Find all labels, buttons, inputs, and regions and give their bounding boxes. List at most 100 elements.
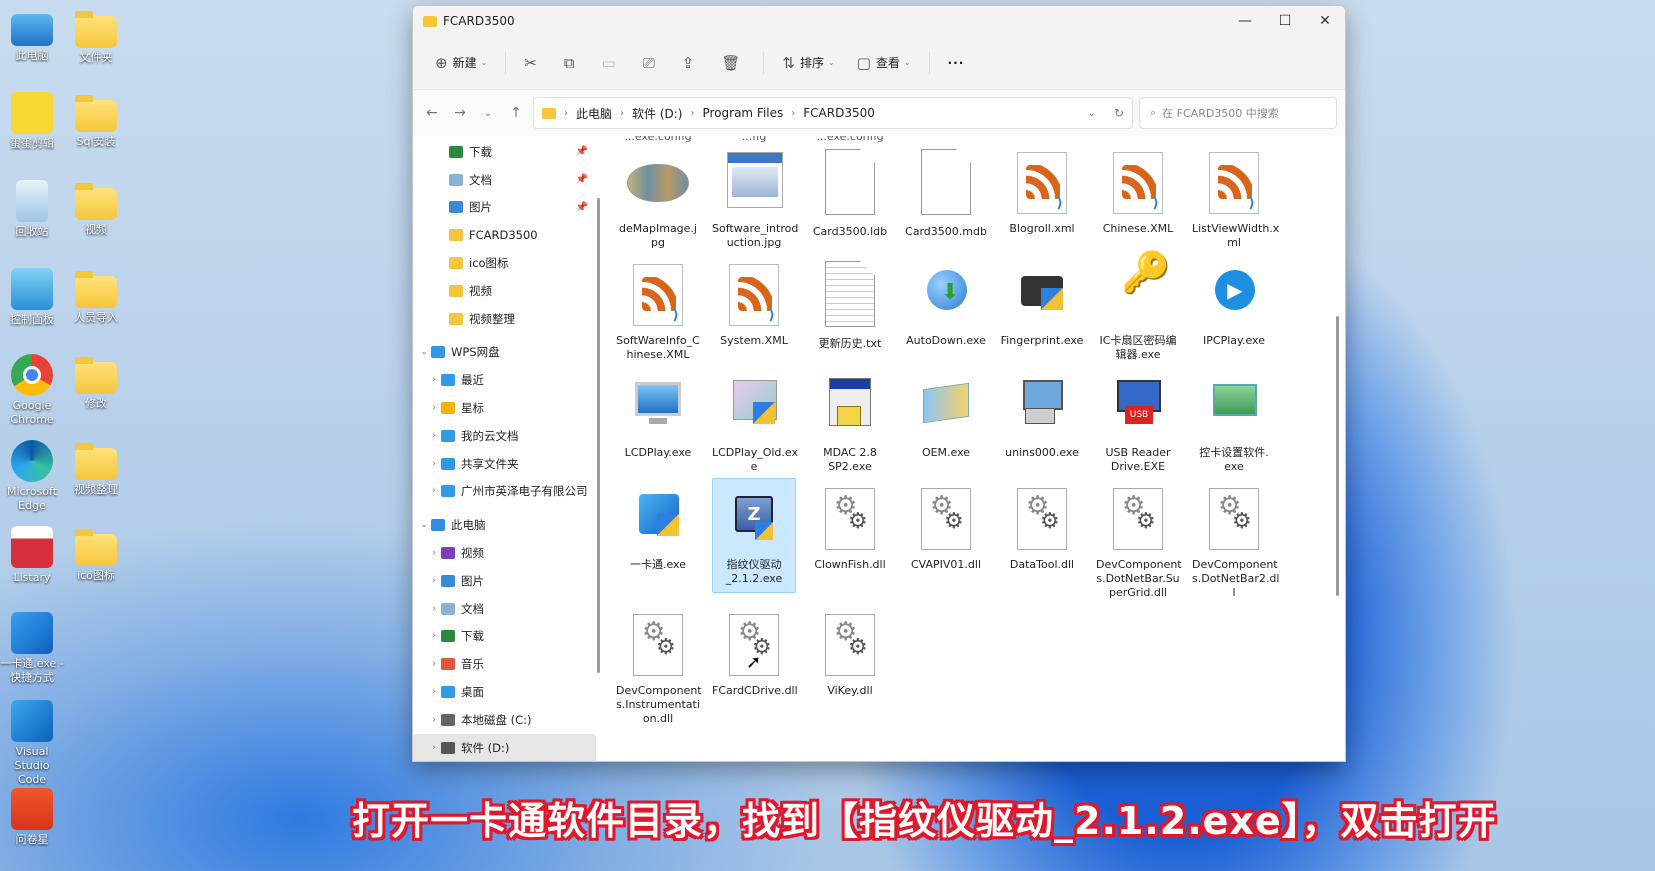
desktop-icon-chrome[interactable]: Google Chrome	[0, 354, 64, 427]
copy-button[interactable]: ⧉	[556, 47, 588, 79]
expand-chevron-icon[interactable]: ›	[427, 631, 441, 641]
address-bar[interactable]: › 此电脑 › 软件 (D:) › Program Files › FCARD3…	[533, 97, 1133, 129]
sidebar-item[interactable]: ⌄ 此电脑	[413, 511, 596, 539]
recent-chevron-icon[interactable]: ⌄	[477, 108, 499, 119]
sort-button[interactable]: ⇅ 排序 ⌄	[774, 47, 842, 79]
file-item[interactable]: deMapImage.j pg	[616, 146, 700, 250]
file-item[interactable]: USB USB Reader Drive.EXE	[1096, 370, 1180, 474]
sidebar-item[interactable]: › 视频	[413, 539, 596, 567]
close-button[interactable]: ✕	[1305, 6, 1345, 36]
sidebar-item[interactable]: › 我的云文档	[413, 422, 596, 450]
file-item[interactable]: ⚙ ⚙ DevComponent s.DotNetBar2.dl l	[1192, 482, 1279, 600]
file-item[interactable]: 🔑 IC卡扇区密码编 辑器.exe	[1096, 253, 1180, 362]
sidebar-item[interactable]: 视频	[413, 277, 596, 305]
desktop-icon-this-pc[interactable]: 此电脑	[0, 8, 64, 63]
file-item[interactable]: MDAC 2.8 SP2.exe	[808, 370, 892, 474]
file-item[interactable]: ⟩ Blogroll.xml	[1000, 146, 1084, 236]
file-item[interactable]: ⚙ ⚙ DataTool.dll	[1000, 482, 1084, 572]
sidebar-item[interactable]: 图片 📌	[413, 194, 596, 222]
file-item[interactable]: Fingerprint.exe	[1000, 258, 1084, 348]
expand-chevron-icon[interactable]: ›	[427, 743, 441, 753]
sidebar-item[interactable]: › 音乐	[413, 650, 596, 678]
sidebar-item[interactable]: › 文档	[413, 595, 596, 623]
desktop-icon-vscode[interactable]: Visual Studio Code	[0, 700, 64, 787]
file-item[interactable]: ▶ IPCPlay.exe	[1192, 258, 1276, 348]
expand-chevron-icon[interactable]: ›	[427, 604, 441, 614]
breadcrumb-this-pc[interactable]: 此电脑	[576, 105, 612, 122]
expand-chevron-icon[interactable]: ›	[427, 715, 441, 725]
sidebar-item[interactable]: › 最近	[413, 366, 596, 394]
sidebar-item[interactable]: ⌄ WPS网盘	[413, 339, 596, 367]
file-item[interactable]: Software_introd uction.jpg	[712, 146, 798, 250]
file-item[interactable]: unins000.exe	[1000, 370, 1084, 460]
sidebar-item[interactable]: 视频整理	[413, 305, 596, 333]
file-item[interactable]: ⚙ ⚙ DevComponent s.Instrumentati on.dll	[616, 608, 702, 726]
up-arrow-icon[interactable]: ↑	[505, 105, 527, 121]
view-button[interactable]: ▢ 查看 ⌄	[849, 47, 919, 79]
expand-chevron-icon[interactable]: ›	[427, 431, 441, 441]
sidebar-item[interactable]: › 本地磁盘 (C:)	[413, 706, 596, 734]
file-item[interactable]: ⚙ ⚙ CVAPIV01.dll	[904, 482, 988, 572]
breadcrumb-fcard3500[interactable]: FCARD3500	[803, 106, 875, 120]
file-item[interactable]: Card3500.ldb	[808, 146, 892, 239]
delete-button[interactable]: 🗑	[713, 47, 753, 79]
back-arrow-icon[interactable]: ←	[421, 105, 443, 121]
sidebar-item[interactable]: › 广州市英泽电子有限公司	[413, 478, 596, 506]
sidebar-item[interactable]: FCARD3500	[413, 221, 596, 249]
file-item-partial[interactable]: ...exe.config	[808, 136, 892, 144]
new-button[interactable]: ⊕ 新建 ⌄	[427, 47, 495, 79]
file-item[interactable]: ⚙ ⚙ ClownFish.dll	[808, 482, 892, 572]
chevron-down-icon[interactable]: ⌄	[1088, 108, 1096, 119]
file-item[interactable]: LCDPlay_Old.ex e	[712, 370, 798, 474]
expand-chevron-icon[interactable]: ›	[427, 459, 441, 469]
search-box[interactable]: ⌕ 在 FCARD3500 中搜索	[1139, 97, 1337, 129]
expand-chevron-icon[interactable]: ›	[427, 659, 441, 669]
desktop-icon-listary[interactable]: Listary	[0, 526, 64, 585]
expand-chevron-icon[interactable]: ⌄	[417, 520, 431, 530]
file-item-partial[interactable]: ...fig	[712, 136, 796, 144]
sidebar-item[interactable]: › 共享文件夹	[413, 450, 596, 478]
expand-chevron-icon[interactable]: ›	[427, 486, 441, 496]
more-button[interactable]: ···	[940, 47, 973, 79]
maximize-button[interactable]: ☐	[1265, 6, 1305, 36]
sidebar-item[interactable]: 下载 📌	[413, 138, 596, 166]
breadcrumb-drive-d[interactable]: 软件 (D:)	[632, 105, 682, 122]
desktop-icon-wenjuanxing[interactable]: 问卷星	[0, 788, 64, 847]
sidebar-item[interactable]: › 图片	[413, 567, 596, 595]
expand-chevron-icon[interactable]: ⌄	[417, 347, 431, 357]
minimize-button[interactable]: —	[1225, 6, 1265, 36]
desktop-icon-video[interactable]: 视频	[64, 180, 128, 237]
sidebar-item[interactable]: › 下载	[413, 623, 596, 651]
file-item[interactable]: 一卡通.exe	[616, 482, 700, 572]
file-item[interactable]: LCDPlay.exe	[616, 370, 700, 460]
file-item[interactable]: ⟩ SoftWareInfo_C hinese.XML	[616, 258, 700, 362]
file-item[interactable]: ⟩ Chinese.XML	[1096, 146, 1180, 236]
file-item[interactable]: ⟩ ListViewWidth.x ml	[1192, 146, 1279, 250]
file-item[interactable]: ⬇ AutoDown.exe	[904, 258, 988, 348]
file-item[interactable]: ⟩ System.XML	[712, 258, 796, 348]
sidebar-item[interactable]: ico图标	[413, 249, 596, 277]
breadcrumb-program-files[interactable]: Program Files	[702, 106, 783, 120]
file-item[interactable]: 控卡设置软件. exe	[1192, 370, 1276, 474]
file-scrollbar[interactable]	[1336, 316, 1339, 596]
cut-button[interactable]: ✂	[516, 47, 550, 79]
expand-chevron-icon[interactable]: ›	[427, 375, 441, 385]
desktop-icon-editor[interactable]: 蛋蛋剪辑	[0, 92, 64, 151]
file-item[interactable]: Card3500.mdb	[904, 146, 988, 239]
expand-chevron-icon[interactable]: ›	[427, 576, 441, 586]
file-item-partial[interactable]: ...exe.config	[616, 136, 700, 144]
desktop-icon-folder[interactable]: 文件夹	[64, 8, 128, 65]
expand-chevron-icon[interactable]: ›	[427, 403, 441, 413]
file-item[interactable]: 更新历史.txt	[808, 258, 892, 351]
share-button[interactable]: ⇪	[674, 47, 708, 79]
file-item[interactable]: Z 指纹仪驱动 _2.1.2.exe	[712, 478, 796, 593]
forward-arrow-icon[interactable]: →	[449, 105, 471, 121]
file-item[interactable]: OEM.exe	[904, 370, 988, 460]
sidebar-item[interactable]: › 桌面	[413, 678, 596, 706]
refresh-icon[interactable]: ↻	[1114, 106, 1124, 120]
desktop-icon-video-sort[interactable]: 视频整理	[64, 440, 128, 497]
expand-chevron-icon[interactable]: ›	[427, 548, 441, 558]
desktop-icon-control-panel[interactable]: 控制面板	[0, 268, 64, 327]
desktop-icon-sql[interactable]: Sql安装	[64, 92, 128, 149]
desktop-icon-modify[interactable]: 修改	[64, 354, 128, 411]
